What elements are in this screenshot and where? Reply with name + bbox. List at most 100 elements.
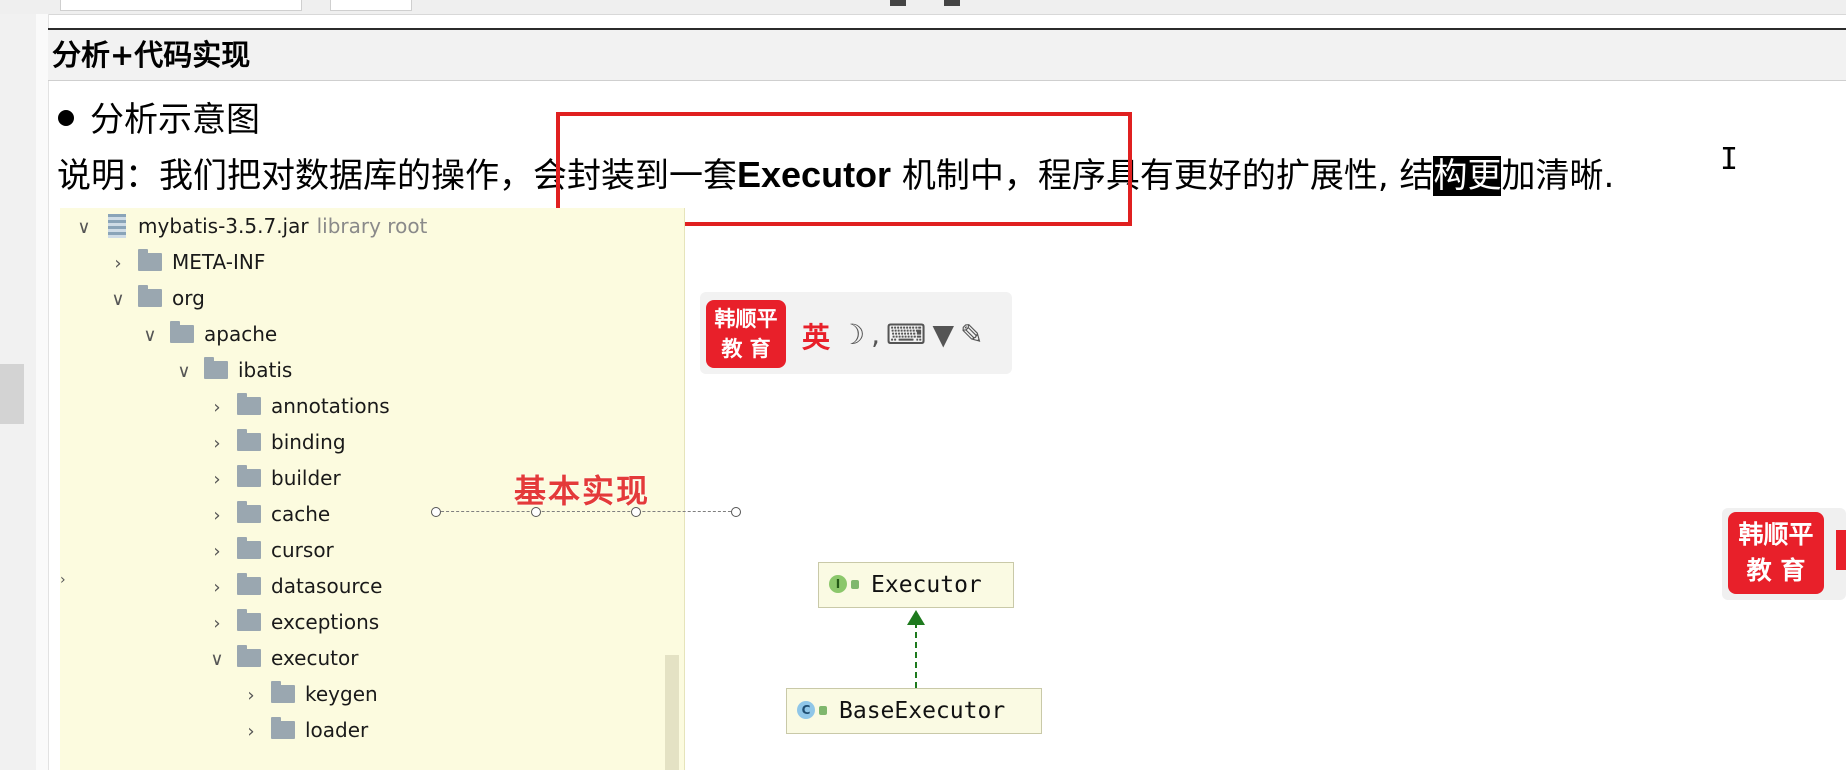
line-gutter bbox=[36, 14, 49, 770]
folder-icon bbox=[237, 572, 261, 595]
uml-node-label: BaseExecutor bbox=[839, 698, 1006, 724]
chevron-down-icon[interactable]: ∨ bbox=[138, 318, 162, 354]
moon-icon[interactable]: ☽ bbox=[840, 318, 871, 351]
tree-item-keygen[interactable]: › keygen bbox=[239, 676, 378, 712]
logo-line-2: 教 育 bbox=[1746, 556, 1806, 585]
diagram-label[interactable]: 基本实现 bbox=[514, 466, 650, 512]
tree-item-label: ibatis bbox=[238, 358, 293, 382]
lock-icon bbox=[819, 706, 827, 715]
tree-item-org[interactable]: ∨ org bbox=[106, 280, 205, 316]
gutter-scroll-thumb[interactable] bbox=[0, 364, 24, 424]
chevron-down-icon[interactable]: ∨ bbox=[172, 354, 196, 390]
implements-arrow bbox=[915, 622, 917, 688]
brand-logo-2[interactable]: 韩顺平 教 育 bbox=[1728, 512, 1824, 594]
text-cursor-icon: I bbox=[1720, 142, 1739, 177]
selection-handle[interactable] bbox=[431, 507, 441, 517]
ime-icons: ☽,⌨▼✎ bbox=[840, 318, 989, 351]
selection-handle[interactable] bbox=[731, 507, 741, 517]
folder-icon bbox=[237, 500, 261, 523]
chevron-right-icon[interactable]: › bbox=[205, 498, 229, 534]
tree-scrollbar[interactable] bbox=[665, 655, 679, 770]
folder-icon bbox=[138, 284, 162, 307]
folder-icon bbox=[237, 428, 261, 451]
jar-icon bbox=[108, 213, 126, 238]
folder-icon bbox=[237, 644, 261, 667]
tree-item-label: executor bbox=[271, 646, 359, 670]
tree-item-annotations[interactable]: › annotations bbox=[205, 388, 390, 424]
tree-item-label: annotations bbox=[271, 394, 390, 418]
toolbar-button-2[interactable] bbox=[944, 0, 960, 6]
logo-line-1: 韩顺平 bbox=[1738, 520, 1814, 549]
uml-node-baseexecutor[interactable]: C BaseExecutor bbox=[786, 688, 1042, 734]
tree-item-label: org bbox=[172, 286, 205, 310]
lock-icon bbox=[851, 580, 859, 589]
description-selection: 构更 bbox=[1433, 156, 1502, 196]
bullet-dot-icon bbox=[58, 109, 74, 126]
tree-item-label: apache bbox=[204, 322, 278, 346]
chevron-right-icon[interactable]: › bbox=[205, 606, 229, 642]
top-toolbar bbox=[0, 0, 1846, 15]
bullet-text: 分析示意图 bbox=[90, 100, 260, 140]
folder-icon bbox=[170, 320, 194, 343]
folder-icon bbox=[237, 608, 261, 631]
tree-root-label: mybatis-3.5.7.jar bbox=[138, 214, 309, 238]
folder-icon bbox=[237, 464, 261, 487]
chevron-right-icon[interactable]: › bbox=[205, 534, 229, 570]
folder-icon bbox=[271, 716, 295, 739]
comma-icon[interactable]: , bbox=[871, 318, 886, 351]
shirt-icon[interactable]: ▼ bbox=[932, 318, 960, 351]
ime-language-toggle[interactable]: 英 bbox=[802, 316, 830, 356]
tree-item-ibatis[interactable]: ∨ ibatis bbox=[172, 352, 292, 388]
uml-node-executor[interactable]: I Executor bbox=[818, 562, 1014, 608]
class-icon: C bbox=[797, 700, 815, 719]
tree-item-label: keygen bbox=[305, 682, 378, 706]
chevron-right-icon[interactable]: › bbox=[106, 246, 130, 282]
section-heading: 分析+代码实现 bbox=[48, 28, 1846, 81]
tree-item-label: cache bbox=[271, 502, 331, 526]
splitter-handle-icon[interactable]: › bbox=[60, 572, 66, 588]
chevron-right-icon[interactable]: › bbox=[205, 426, 229, 462]
tree-item-loader[interactable]: › loader bbox=[239, 712, 368, 748]
tree-item-executor[interactable]: ∨ executor bbox=[205, 640, 358, 676]
bullet-item: 分析示意图 bbox=[58, 92, 260, 141]
toolbar-field[interactable] bbox=[60, 0, 302, 11]
uml-node-label: Executor bbox=[871, 572, 982, 598]
tree-item-meta-inf[interactable]: › META-INF bbox=[106, 244, 265, 280]
folder-icon bbox=[237, 536, 261, 559]
toolbar-button[interactable] bbox=[890, 0, 906, 6]
tree-item-binding[interactable]: › binding bbox=[205, 424, 346, 460]
chevron-right-icon[interactable]: › bbox=[205, 462, 229, 498]
tree-item-exceptions[interactable]: › exceptions bbox=[205, 604, 379, 640]
tree-item-label: cursor bbox=[271, 538, 334, 562]
tree-root-row[interactable]: ∨ mybatis-3.5.7.jar library root bbox=[72, 208, 427, 244]
chevron-right-icon[interactable]: › bbox=[205, 390, 229, 426]
keyboard-icon[interactable]: ⌨ bbox=[886, 318, 932, 351]
chevron-right-icon[interactable]: › bbox=[239, 678, 263, 714]
description-after: 加清晰. bbox=[1501, 156, 1615, 196]
folder-icon bbox=[204, 356, 228, 379]
folder-icon bbox=[271, 680, 295, 703]
tree-item-cursor[interactable]: › cursor bbox=[205, 532, 334, 568]
chevron-right-icon[interactable]: › bbox=[205, 570, 229, 606]
tree-item-label: binding bbox=[271, 430, 346, 454]
tree-item-datasource[interactable]: › datasource bbox=[205, 568, 382, 604]
tree-item-apache[interactable]: ∨ apache bbox=[138, 316, 277, 352]
tree-item-cache[interactable]: › cache bbox=[205, 496, 330, 532]
brand-logo[interactable]: 韩顺平 教 育 bbox=[706, 300, 786, 368]
tree-item-builder[interactable]: › builder bbox=[205, 460, 341, 496]
folder-icon bbox=[138, 248, 162, 271]
folder-icon bbox=[237, 392, 261, 415]
chevron-down-icon[interactable]: ∨ bbox=[106, 282, 130, 318]
tree-item-label: builder bbox=[271, 466, 341, 490]
tree-item-label: exceptions bbox=[271, 610, 380, 634]
chevron-down-icon[interactable]: ∨ bbox=[72, 210, 96, 246]
tree-item-label: META-INF bbox=[172, 250, 266, 274]
brand-logo-edge bbox=[1836, 530, 1846, 570]
interface-icon: I bbox=[829, 574, 847, 593]
wrench-icon[interactable]: ✎ bbox=[960, 318, 989, 351]
chevron-down-icon[interactable]: ∨ bbox=[205, 642, 229, 678]
toolbar-field-2[interactable] bbox=[330, 0, 412, 11]
tree-item-label: datasource bbox=[271, 574, 383, 598]
left-gutter bbox=[0, 14, 37, 770]
chevron-right-icon[interactable]: › bbox=[239, 714, 263, 750]
